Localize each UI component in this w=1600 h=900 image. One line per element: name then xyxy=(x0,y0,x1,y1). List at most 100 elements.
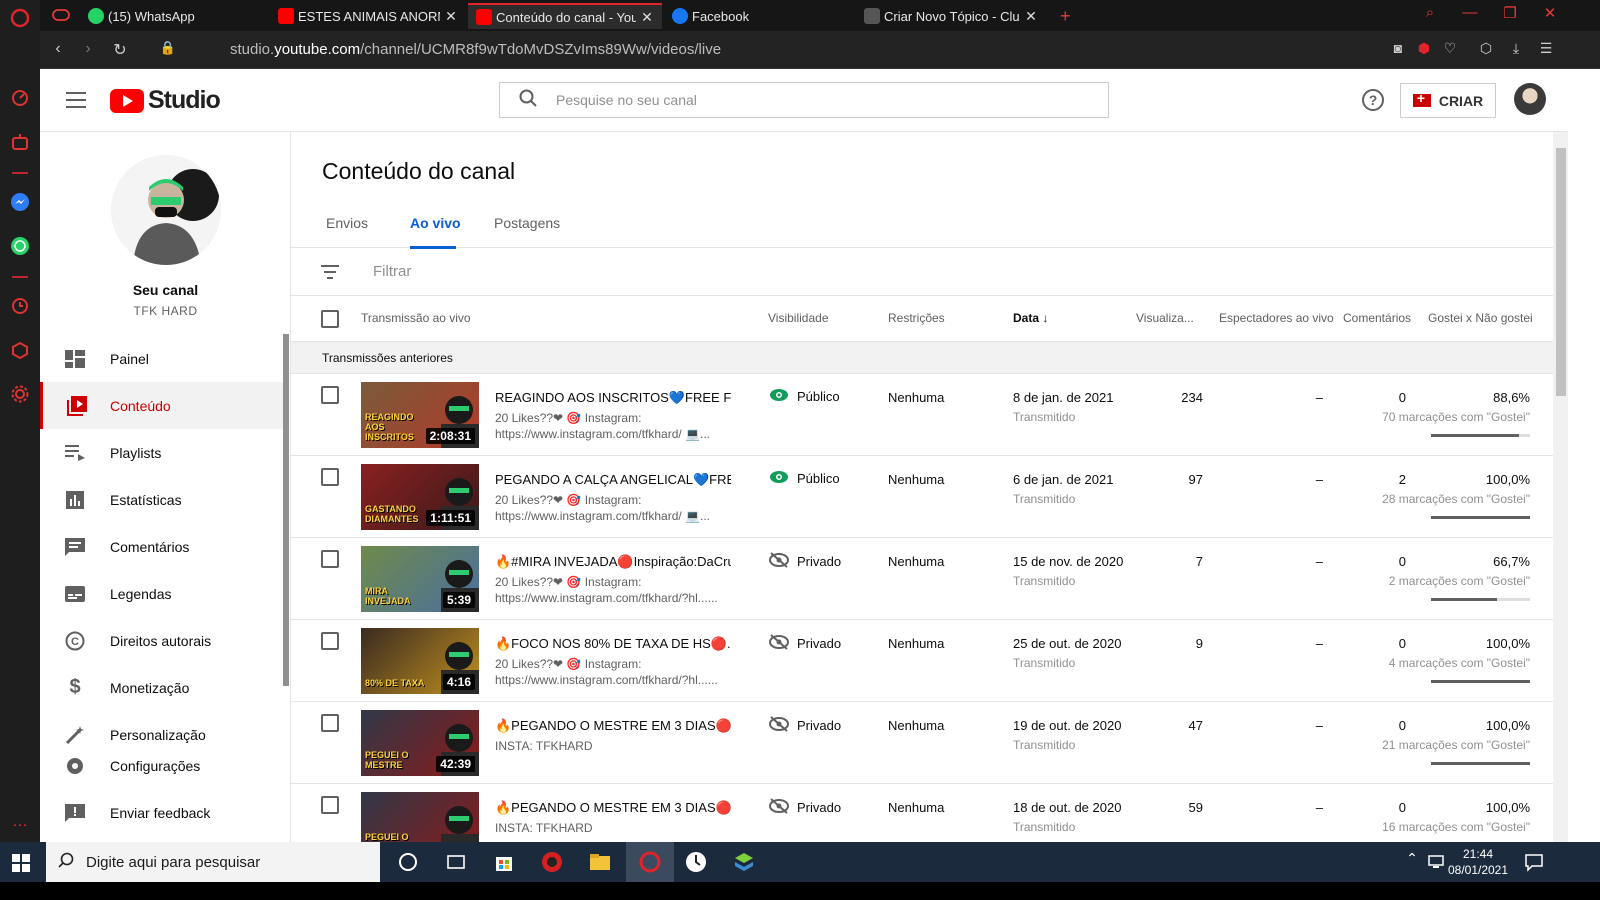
visibility-cell[interactable]: Privado xyxy=(769,716,841,735)
taskbar-clock[interactable]: 21:44 08/01/2021 xyxy=(1440,846,1516,878)
sidebar-item-comentarios[interactable]: Comentários xyxy=(40,523,283,570)
table-row[interactable]: PEGUEI O MESTRE 42:39 🔥PEGANDO O MESTRE EM… xyxy=(291,702,1553,784)
sidebar-item-direitos[interactable]: C Direitos autorais xyxy=(40,617,283,664)
extensions-cube-icon[interactable] xyxy=(10,340,30,360)
settings-gear-icon[interactable] xyxy=(10,384,30,404)
help-icon[interactable]: ? xyxy=(1362,89,1384,111)
col-likes[interactable]: Gostei x Não gostei xyxy=(1428,311,1533,325)
store-icon[interactable] xyxy=(492,850,516,874)
cube-icon[interactable]: ⬡ xyxy=(1476,40,1496,60)
filter-bar[interactable]: Filtrar xyxy=(291,249,1553,296)
video-title[interactable]: 🔥FOCO NOS 80% DE TAXA DE HS🔴... xyxy=(495,636,731,652)
visibility-cell[interactable]: Público xyxy=(769,470,840,487)
easy-setup-icon[interactable]: ☰ xyxy=(1536,40,1556,60)
tab-facebook[interactable]: Facebook xyxy=(664,3,854,29)
opera-taskbar-icon[interactable] xyxy=(626,842,674,882)
video-title[interactable]: 🔥#MIRA INVEJADA🔴Inspiração:DaCruz xyxy=(495,554,731,570)
minimize-icon[interactable]: — xyxy=(1450,4,1490,26)
url-field[interactable]: studio.youtube.com/channel/UCMR8f9wTdoMv… xyxy=(230,41,721,58)
tab-clube[interactable]: Criar Novo Tópico - Clube do ✕ xyxy=(856,3,1046,29)
new-tab-button[interactable]: + xyxy=(1052,3,1082,29)
sidebar-item-legendas[interactable]: Legendas xyxy=(40,570,283,617)
menu-hamburger-icon[interactable] xyxy=(66,92,86,108)
tab-youtube-studio[interactable]: Conteúdo do canal - YouTube ✕ xyxy=(468,3,662,29)
sidebar-scrollbar[interactable] xyxy=(283,334,289,686)
video-thumbnail[interactable]: MIRA INVEJADA 5:39 xyxy=(361,546,479,612)
close-tab-icon[interactable]: ✕ xyxy=(444,8,458,25)
select-all-checkbox[interactable] xyxy=(321,310,339,328)
sidebar-item-monetizacao[interactable]: $ Monetização xyxy=(40,664,283,711)
table-row[interactable]: REAGINDO AOS INSCRITOS 2:08:31 REAGINDO AO… xyxy=(291,374,1553,456)
video-title[interactable]: 🔥PEGANDO O MESTRE EM 3 DIAS🔴... xyxy=(495,718,731,734)
sidebar-item-painel[interactable]: Painel xyxy=(40,335,283,382)
search-input[interactable] xyxy=(556,92,1056,108)
whatsapp-icon[interactable] xyxy=(10,236,30,256)
history-icon[interactable] xyxy=(10,296,30,316)
tab-animais[interactable]: ESTES ANIMAIS ANORMAIS ✕ xyxy=(270,3,466,29)
visibility-cell[interactable]: Privado xyxy=(769,798,841,817)
col-live-viewers[interactable]: Espectadores ao vivo xyxy=(1219,311,1334,325)
speed-dial-icon[interactable] xyxy=(10,88,30,108)
studio-logo[interactable]: Studio xyxy=(110,86,221,115)
table-row[interactable]: PEGUEI O MESTRE 🔥PEGANDO O MESTRE EM 3 DI… xyxy=(291,784,1553,842)
account-avatar[interactable] xyxy=(1514,83,1546,115)
row-checkbox[interactable] xyxy=(321,714,339,732)
close-window-icon[interactable]: ✕ xyxy=(1530,4,1570,26)
messenger-icon[interactable] xyxy=(10,192,30,212)
sidebar-item-feedback[interactable]: Enviar feedback xyxy=(40,789,283,836)
visibility-cell[interactable]: Privado xyxy=(769,552,841,571)
video-title[interactable]: 🔥PEGANDO O MESTRE EM 3 DIAS🔴... xyxy=(495,800,731,816)
table-row[interactable]: MIRA INVEJADA 5:39 🔥#MIRA INVEJADA🔴Inspira… xyxy=(291,538,1553,620)
cortana-icon[interactable] xyxy=(396,850,420,874)
tab-envios[interactable]: Envios xyxy=(326,215,368,231)
windows-start-icon[interactable] xyxy=(12,854,30,872)
file-explorer-icon[interactable] xyxy=(588,850,612,874)
filter-icon[interactable] xyxy=(321,265,339,284)
col-visibility[interactable]: Visibilidade xyxy=(768,311,829,325)
col-comments[interactable]: Comentários xyxy=(1343,311,1411,325)
row-checkbox[interactable] xyxy=(321,550,339,568)
restore-icon[interactable]: ❐ xyxy=(1490,4,1530,26)
bluestacks-icon[interactable] xyxy=(732,850,756,874)
sidebar-item-conteudo[interactable]: Conteúdo xyxy=(40,382,283,429)
notifications-icon[interactable] xyxy=(1522,850,1546,874)
workspace-icon[interactable] xyxy=(10,132,30,152)
close-tab-icon[interactable]: ✕ xyxy=(640,9,654,26)
row-checkbox[interactable] xyxy=(321,796,339,814)
sidebar-item-configuracoes[interactable]: Configurações xyxy=(40,742,283,789)
clock-app-icon[interactable] xyxy=(684,850,708,874)
table-row[interactable]: GASTANDO DIAMANTES 1:11:51 PEGANDO A CALÇA… xyxy=(291,456,1553,538)
tab-search-icon[interactable]: ⌕ xyxy=(1410,4,1450,26)
channel-avatar[interactable] xyxy=(111,155,221,265)
col-date[interactable]: Data ↓ xyxy=(1013,311,1048,325)
taskbar-search[interactable]: Digite aqui para pesquisar xyxy=(46,842,380,882)
more-options-icon[interactable]: … xyxy=(10,812,30,832)
lock-icon[interactable]: 🔒 xyxy=(158,40,178,60)
adblock-shield-icon[interactable]: ⬢ xyxy=(1414,40,1434,60)
tab-gamepad[interactable] xyxy=(44,3,78,29)
heart-icon[interactable]: ♡ xyxy=(1440,40,1460,60)
col-restrictions[interactable]: Restrições xyxy=(888,311,945,325)
main-scrollbar-thumb[interactable] xyxy=(1556,148,1566,396)
download-icon[interactable]: ⤓ xyxy=(1506,40,1526,60)
gaming-app-icon[interactable] xyxy=(540,850,564,874)
video-thumbnail[interactable]: REAGINDO AOS INSCRITOS 2:08:31 xyxy=(361,382,479,448)
video-thumbnail[interactable]: 80% DE TAXA 4:16 xyxy=(361,628,479,694)
create-button[interactable]: CRIAR xyxy=(1400,83,1496,118)
video-title[interactable]: REAGINDO AOS INSCRITOS💙FREE FIRE xyxy=(495,390,731,406)
back-icon[interactable]: ‹ xyxy=(48,40,68,60)
sidebar-item-estatisticas[interactable]: Estatísticas xyxy=(40,476,283,523)
row-checkbox[interactable] xyxy=(321,386,339,404)
video-thumbnail[interactable]: PEGUEI O MESTRE 42:39 xyxy=(361,710,479,776)
video-title[interactable]: PEGANDO A CALÇA ANGELICAL💙FREE FIRE xyxy=(495,472,731,488)
table-row[interactable]: 80% DE TAXA 4:16 🔥FOCO NOS 80% DE TAXA DE … xyxy=(291,620,1553,702)
visibility-cell[interactable]: Público xyxy=(769,388,840,405)
search-box[interactable] xyxy=(499,82,1109,118)
reload-icon[interactable]: ↻ xyxy=(110,40,130,60)
video-thumbnail[interactable]: PEGUEI O MESTRE xyxy=(361,792,479,842)
tray-chevron-icon[interactable]: ⌃ xyxy=(1400,850,1424,874)
close-tab-icon[interactable]: ✕ xyxy=(1024,8,1038,25)
camera-icon[interactable]: ◙ xyxy=(1388,40,1408,60)
opera-logo-icon[interactable] xyxy=(10,8,30,28)
row-checkbox[interactable] xyxy=(321,632,339,650)
